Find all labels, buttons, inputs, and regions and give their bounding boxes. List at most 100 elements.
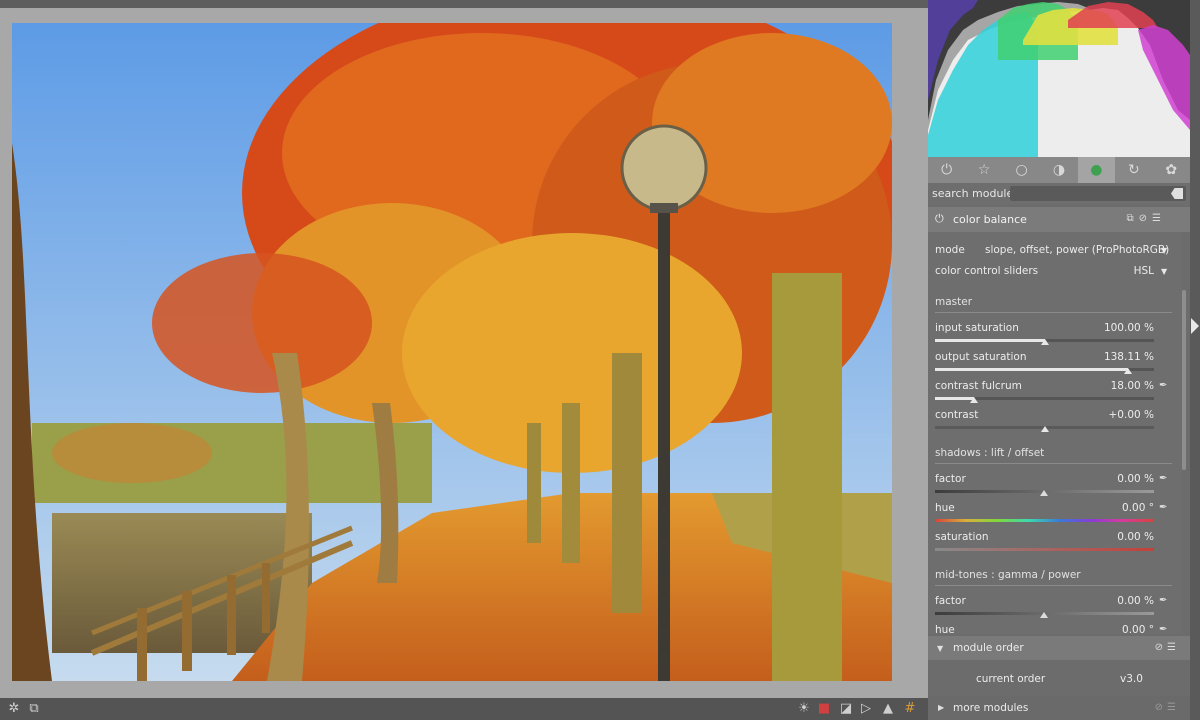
- more-modules-title: more modules: [953, 702, 1029, 714]
- chevron-down-icon[interactable]: ▼: [1161, 267, 1167, 276]
- section-divider: [935, 312, 1172, 313]
- color-picker-icon[interactable]: ✲: [6, 701, 22, 717]
- slider-thumb[interactable]: [970, 397, 979, 403]
- chevron-down-icon[interactable]: ▼: [1161, 246, 1167, 255]
- right-panel-edge: [1190, 0, 1200, 720]
- tone-icon: ◑: [1052, 162, 1066, 178]
- current-order-label: current order: [976, 673, 1046, 685]
- shadows-factor-value: 0.00 %: [1117, 473, 1154, 485]
- shadows-saturation-slider[interactable]: [935, 548, 1154, 551]
- slider-fill: [935, 368, 1128, 371]
- slider-fill: [935, 397, 975, 400]
- bottom-toolbar: ✲ ⧉ ☀ ■ ◪ ▷ ▲ #: [0, 698, 928, 720]
- slider-thumb[interactable]: [1123, 368, 1132, 374]
- right-panel: ⏻ ☆ ○ ◑ ● ↻ ✿ search module ⏻ color bala…: [928, 0, 1190, 720]
- contrast-slider[interactable]: [935, 426, 1154, 432]
- more-modules-icons[interactable]: ⊘☰: [1155, 702, 1180, 713]
- shadows-factor-slider[interactable]: [935, 490, 1154, 496]
- histogram-graph: [928, 0, 1190, 157]
- eyedropper-icon[interactable]: ✒: [1159, 595, 1171, 607]
- module-order-header[interactable]: ▼ module order ⊘☰: [928, 636, 1190, 660]
- section-divider: [935, 585, 1172, 586]
- shadows-factor-label: factor: [935, 473, 966, 485]
- module-power-icon[interactable]: ⏻: [935, 213, 947, 225]
- star-icon: ☆: [977, 162, 991, 178]
- collapse-right-panel-icon[interactable]: [1191, 318, 1199, 334]
- slider-thumb[interactable]: [1040, 426, 1049, 432]
- circle-icon: ○: [1015, 162, 1028, 178]
- midtones-section-title: mid-tones : gamma / power: [935, 569, 1081, 581]
- contrast-fulcrum-label: contrast fulcrum: [935, 380, 1022, 392]
- input-saturation-value: 100.00 %: [1103, 322, 1154, 334]
- midtones-factor-slider[interactable]: [935, 612, 1154, 618]
- output-saturation-slider[interactable]: [935, 368, 1154, 374]
- module-order-title: module order: [953, 642, 1024, 654]
- color-control-sliders-select[interactable]: HSL: [1118, 265, 1154, 277]
- midtones-factor-value: 0.00 %: [1117, 595, 1154, 607]
- contrast-value: +0.00 %: [1108, 409, 1155, 421]
- effect-icon: ✿: [1165, 162, 1178, 178]
- gamut-check-icon[interactable]: ▲: [880, 701, 896, 717]
- color-balance-header[interactable]: ⏻ color balance ⧉⊘☰: [928, 207, 1190, 232]
- center-view[interactable]: [0, 8, 928, 698]
- module-group-tabs: ⏻ ☆ ○ ◑ ● ↻ ✿: [928, 157, 1190, 183]
- collapse-triangle-icon: ▶: [938, 703, 945, 712]
- raw-overexposed-icon[interactable]: ▷: [858, 701, 874, 717]
- output-saturation-value: 138.11 %: [1103, 351, 1154, 363]
- midtones-hue-value: 0.00 °: [1122, 624, 1154, 634]
- group-effect-tab[interactable]: ✿: [1153, 157, 1190, 183]
- expand-triangle-icon: ▼: [937, 644, 944, 653]
- eyedropper-icon[interactable]: ✒: [1159, 502, 1171, 514]
- shadows-saturation-label: saturation: [935, 531, 989, 543]
- search-row: search module: [928, 183, 1190, 205]
- midtones-hue-label: hue: [935, 624, 955, 634]
- module-header-icons[interactable]: ⧉⊘☰: [1127, 213, 1166, 224]
- search-label: search module: [932, 187, 1014, 200]
- group-active-tab[interactable]: ⏻: [928, 157, 965, 183]
- shadows-section-title: shadows : lift / offset: [935, 447, 1045, 459]
- group-color-tab[interactable]: ●: [1077, 157, 1116, 183]
- slider-thumb[interactable]: [1040, 612, 1048, 618]
- shadows-hue-value: 0.00 °: [1122, 502, 1154, 514]
- display-icon[interactable]: ⧉: [26, 701, 42, 717]
- module-order-icons[interactable]: ⊘☰: [1155, 642, 1180, 653]
- eyedropper-icon[interactable]: ✒: [1159, 624, 1171, 634]
- module-title: color balance: [953, 213, 1027, 226]
- color-control-sliders-label: color control sliders: [935, 265, 1039, 277]
- color-balance-body: mode slope, offset, power (ProPhotoRGB) …: [928, 232, 1182, 634]
- group-base-tab[interactable]: ○: [1003, 157, 1040, 183]
- mode-select[interactable]: slope, offset, power (ProPhotoRGB): [985, 244, 1169, 256]
- shadows-hue-slider[interactable]: [935, 519, 1154, 522]
- clear-search-icon[interactable]: [1171, 188, 1183, 199]
- overexposed-icon[interactable]: ◪: [838, 701, 854, 717]
- section-divider: [935, 463, 1172, 464]
- top-strip: [0, 0, 928, 8]
- slider-thumb[interactable]: [1040, 339, 1049, 345]
- autumn-park-photo: [12, 23, 892, 681]
- output-saturation-label: output saturation: [935, 351, 1027, 363]
- more-modules-header[interactable]: ▶ more modules ⊘☰: [928, 696, 1190, 720]
- group-favorites-tab[interactable]: ☆: [965, 157, 1002, 183]
- darktable-window: ✲ ⧉ ☀ ■ ◪ ▷ ▲ # ⏻ ☆ ○ ◑ ● ↻ ✿ search mod…: [0, 0, 1200, 720]
- shadows-saturation-value: 0.00 %: [1117, 531, 1154, 543]
- histogram[interactable]: [928, 0, 1190, 157]
- midtones-factor-label: factor: [935, 595, 966, 607]
- color-assessment-icon[interactable]: ■: [816, 701, 832, 717]
- power-icon: ⏻: [941, 162, 953, 178]
- photo-preview[interactable]: [12, 23, 892, 681]
- contrast-fulcrum-slider[interactable]: [935, 397, 1154, 403]
- bulb-icon[interactable]: ☀: [796, 701, 812, 717]
- search-input[interactable]: [1010, 186, 1186, 201]
- contrast-label: contrast: [935, 409, 979, 421]
- module-scrollbar[interactable]: [1182, 290, 1186, 470]
- input-saturation-slider[interactable]: [935, 339, 1154, 345]
- mode-label: mode: [935, 244, 965, 256]
- guides-icon[interactable]: #: [902, 701, 918, 717]
- eyedropper-icon[interactable]: ✒: [1159, 380, 1171, 392]
- group-tone-tab[interactable]: ◑: [1040, 157, 1077, 183]
- eyedropper-icon[interactable]: ✒: [1159, 473, 1171, 485]
- slider-thumb[interactable]: [1040, 490, 1048, 496]
- slider-fill: [935, 339, 1045, 342]
- contrast-fulcrum-value: 18.00 %: [1110, 380, 1154, 392]
- group-correct-tab[interactable]: ↻: [1115, 157, 1152, 183]
